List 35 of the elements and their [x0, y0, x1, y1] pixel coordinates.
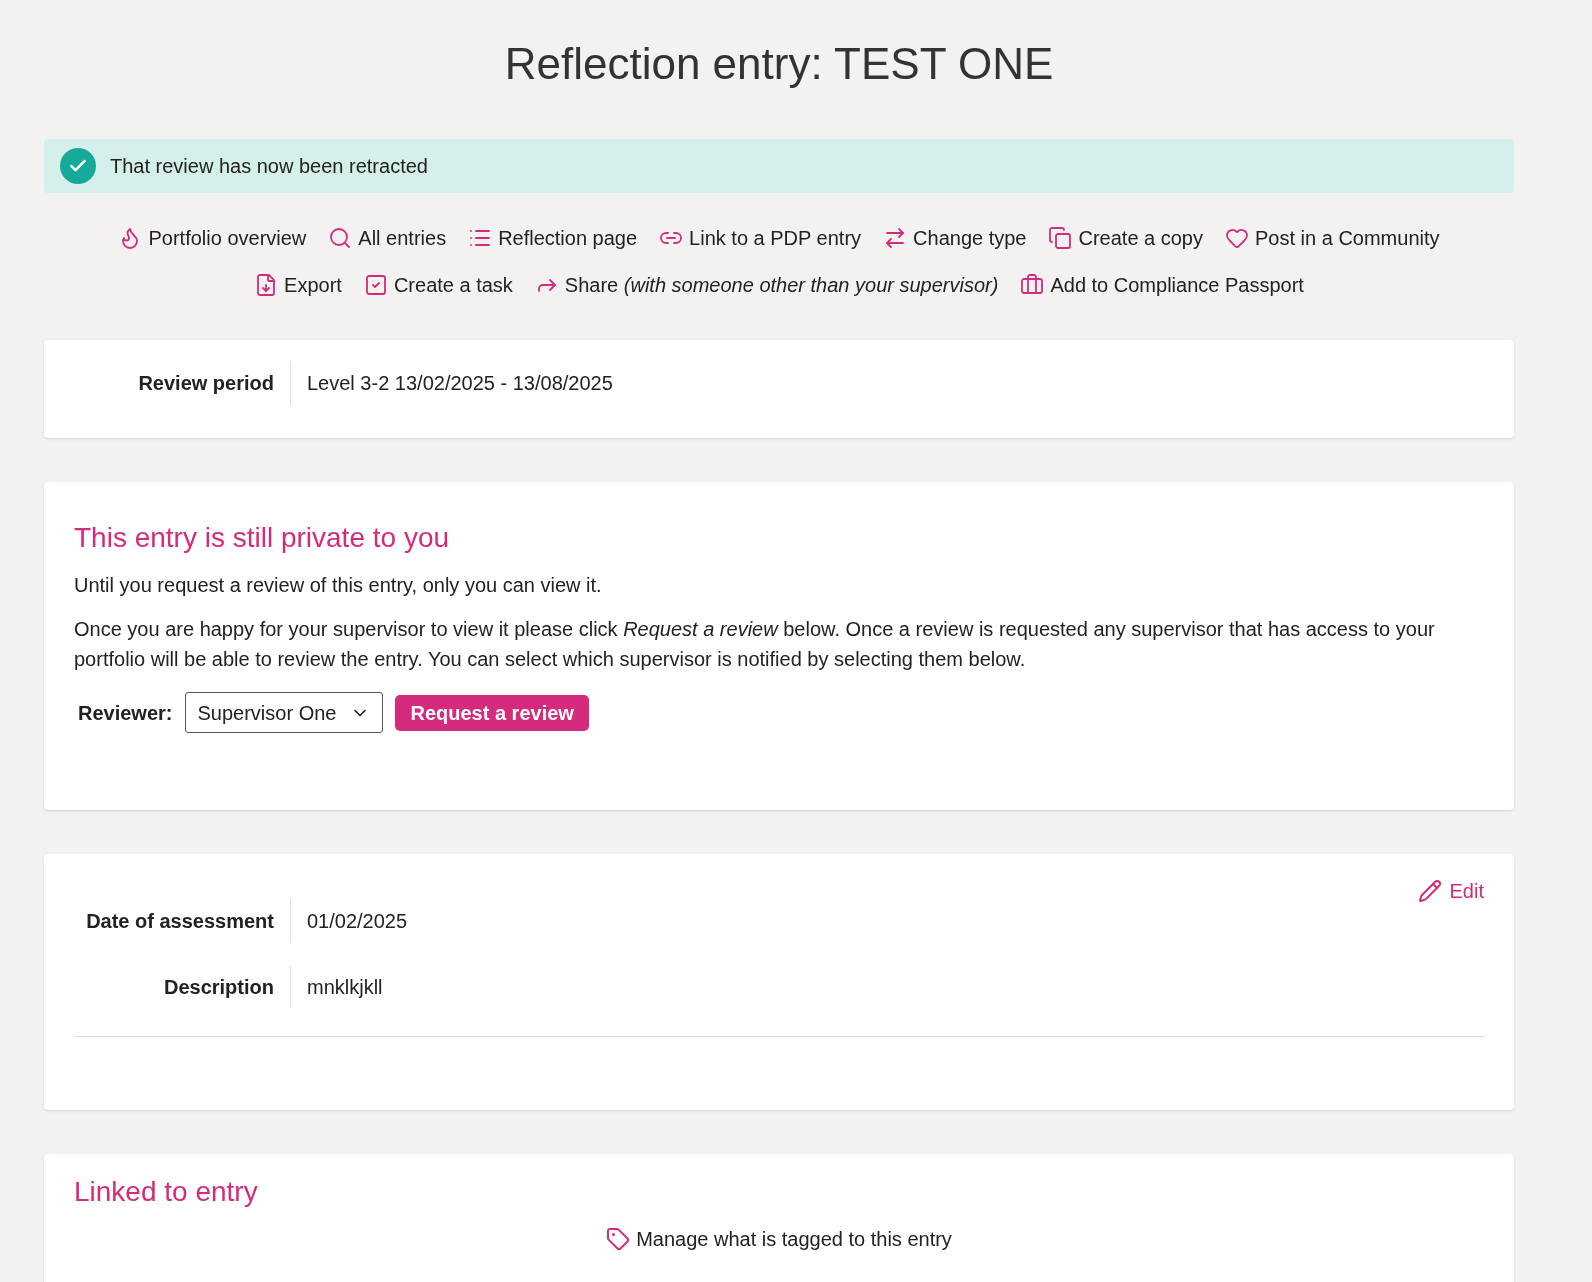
section-heading: Linked to entry	[74, 1175, 259, 1209]
reviewer-label: Reviewer:	[78, 700, 173, 726]
pencil-icon	[1417, 879, 1442, 903]
field-label: Description	[162, 975, 275, 1000]
action-link[interactable]: Create a task	[363, 270, 513, 300]
paragraph: Until you request a review of this entry, only you can view it.	[74, 573, 603, 598]
copy-icon	[1048, 226, 1073, 250]
field-label: Date of assessment	[85, 909, 275, 934]
manage-tags-link[interactable]: Manage what is tagged to this entry	[606, 1224, 952, 1254]
section-heading: This entry is still private to you	[74, 521, 451, 555]
heart-icon	[1225, 226, 1249, 250]
alert-message: That review has now been retracted	[110, 154, 428, 179]
action-link[interactable]: Export	[254, 270, 342, 300]
briefcase-icon	[1020, 273, 1045, 297]
action-link[interactable]: Reflection page	[468, 223, 638, 253]
paragraph: Once you are happy for your supervisor to view it please click Request a review below. Once a review is requested any supervisor that has access to your portfolio will be able to review the entry. You can select which supervisor is notified by selecting them below.	[74, 617, 1436, 672]
field-value: Level 3-2 13/02/2025 - 13/08/2025	[307, 372, 613, 394]
action-link[interactable]: Share (with someone other than your supervisor)	[534, 270, 999, 300]
action-link[interactable]: Link to a PDP entry	[659, 223, 862, 253]
search-icon	[328, 226, 353, 250]
reviewer-select[interactable]: Supervisor One	[184, 692, 384, 733]
action-link[interactable]: All entries	[328, 223, 447, 253]
action-link[interactable]: Create a copy	[1048, 223, 1203, 253]
field-value: 01/02/2025	[307, 910, 408, 932]
request-review-button[interactable]: Request a review	[395, 694, 589, 731]
page-title: Reflection entry: TEST ONE	[503, 38, 1055, 90]
checkbox-icon	[363, 273, 388, 297]
action-link[interactable]: Post in a Community	[1225, 223, 1440, 253]
tag-icon	[606, 1227, 631, 1251]
action-link[interactable]: Change type	[883, 223, 1027, 253]
field-label: Review period	[137, 371, 275, 396]
field-value: mnklkjkll	[307, 976, 383, 998]
action-link[interactable]: Portfolio overview	[118, 223, 307, 253]
edit-link[interactable]: Edit	[1417, 876, 1484, 906]
action-link[interactable]: Add to Compliance Passport	[1020, 270, 1304, 300]
